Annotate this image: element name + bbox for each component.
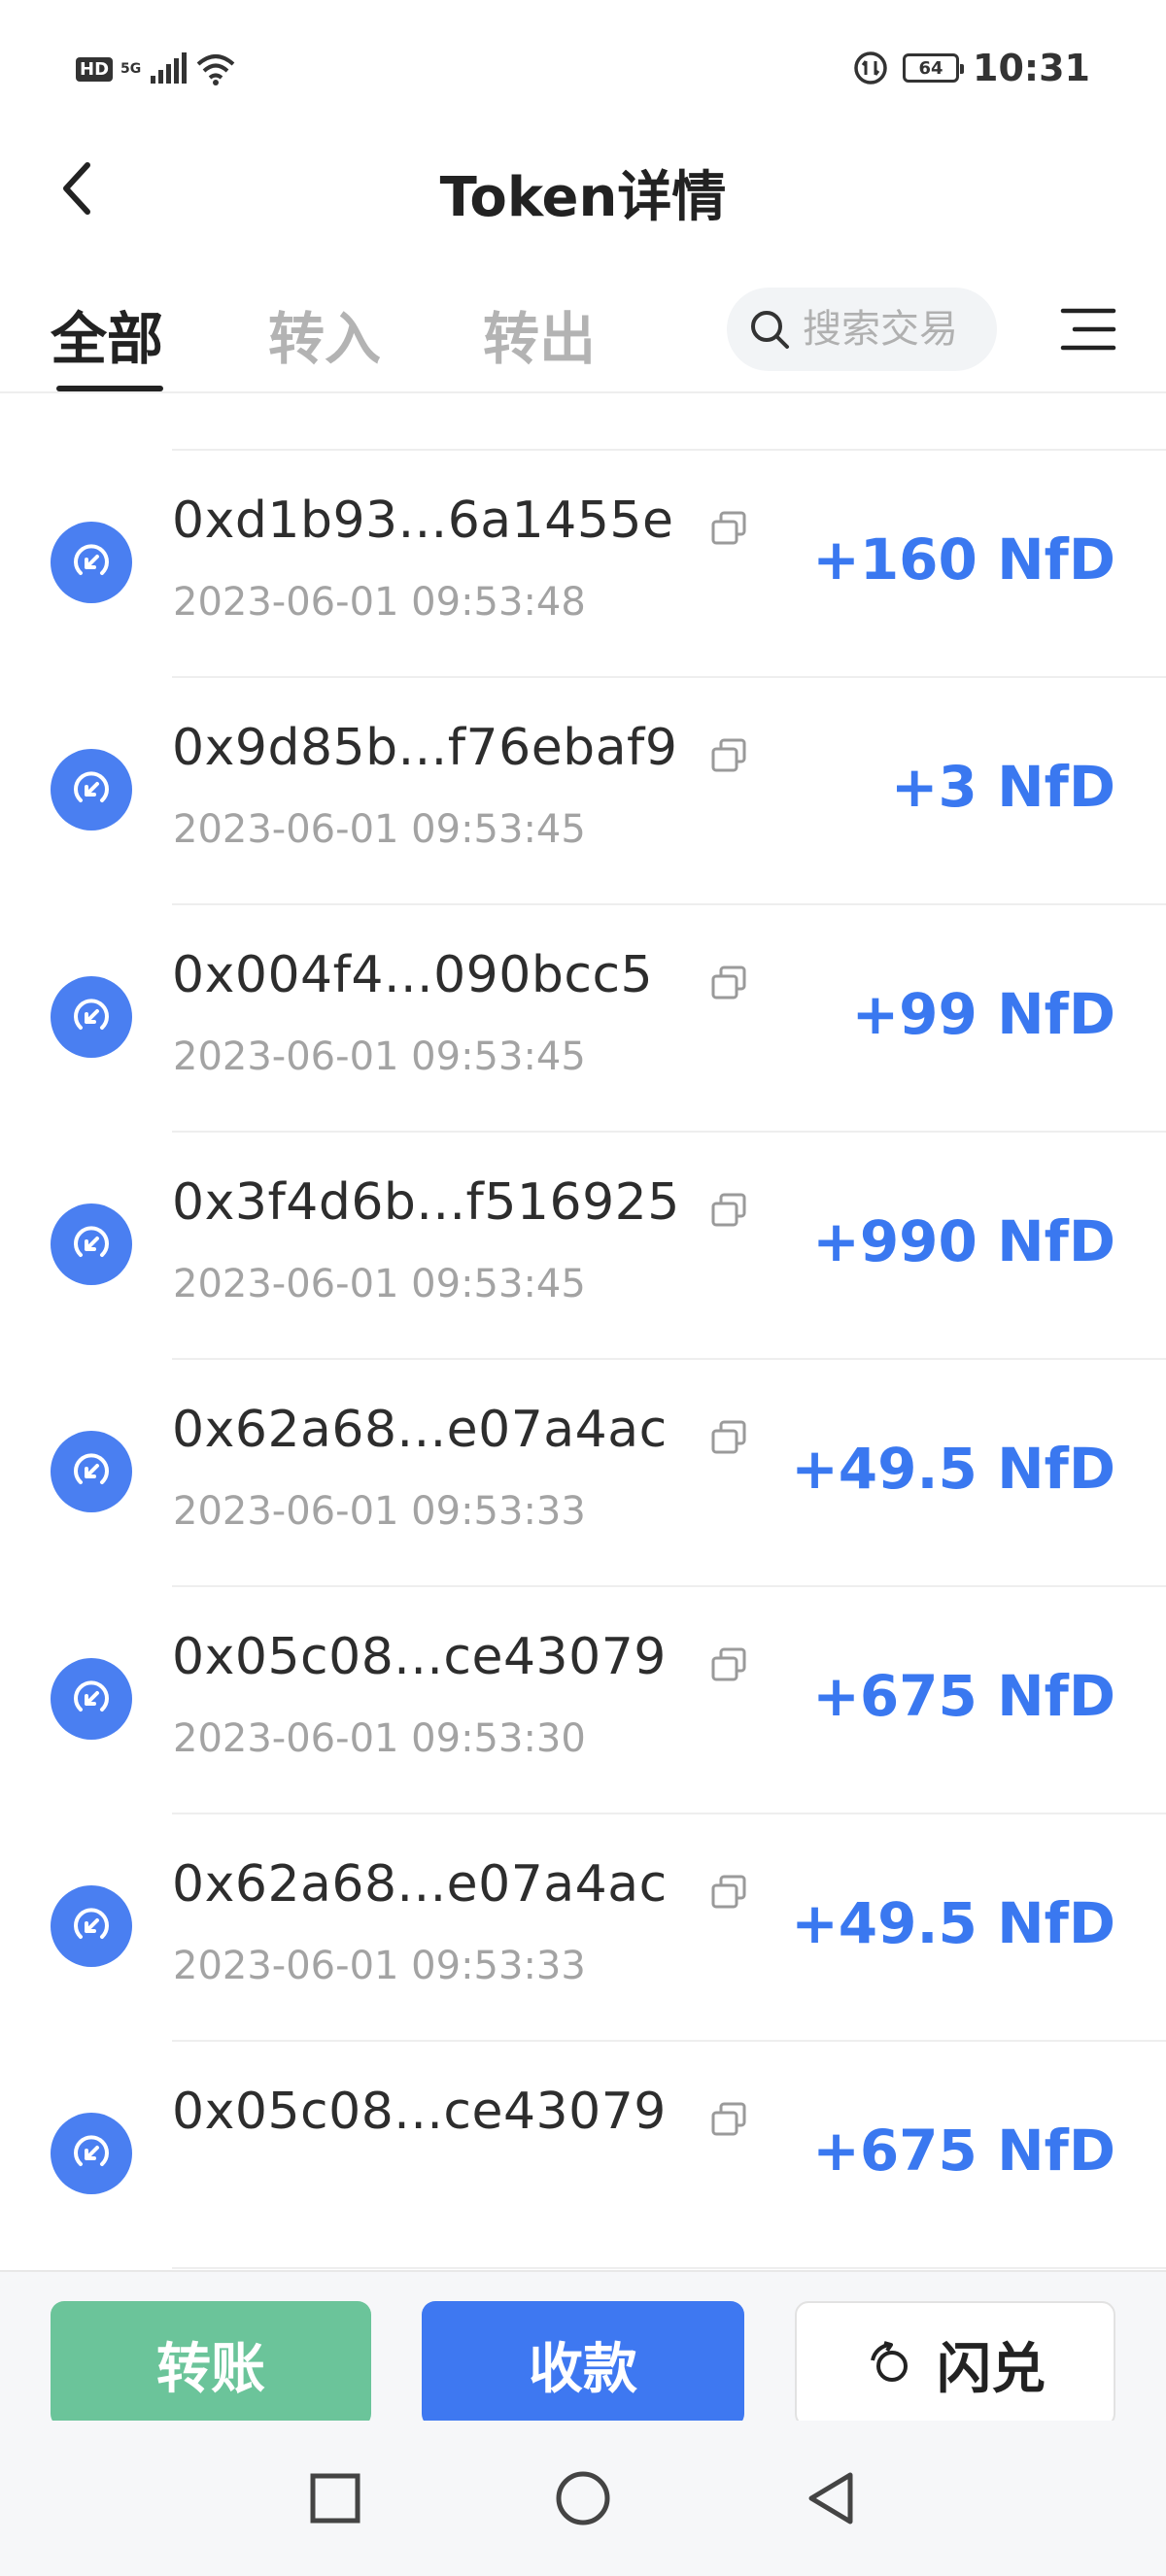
transaction-hash: 0x05c08...ce43079 (172, 2083, 667, 2141)
filter-menu-icon[interactable] (1059, 305, 1117, 354)
back-nav-button[interactable] (792, 2459, 870, 2537)
receive-arrow-icon (74, 1680, 109, 1712)
tab-indicator (56, 386, 163, 391)
copy-icon[interactable] (709, 2100, 748, 2139)
transaction-type-icon (51, 976, 132, 1058)
transaction-amount: +160 NfD (812, 526, 1115, 593)
swap-label: 闪兑 (937, 2337, 1046, 2401)
tab-outgoing[interactable]: 转出 (483, 293, 596, 375)
transaction-type-icon (51, 1885, 132, 1967)
swap-button[interactable]: 闪兑 (795, 2301, 1115, 2427)
copy-icon[interactable] (709, 509, 748, 548)
network-type: 5G (120, 61, 142, 77)
transaction-hash: 0x3f4d6b...f516925 (172, 1173, 680, 1232)
page-title: Token详情 (439, 166, 727, 229)
page: HD 5G 64 10:31 Token详情 全部 转入 转出 搜索交易 0xd… (0, 0, 1166, 2576)
copy-icon[interactable] (709, 1191, 748, 1230)
search-input[interactable] (803, 307, 997, 352)
receive-arrow-icon (74, 771, 109, 802)
transaction-time: 2023-06-01 09:53:48 (173, 393, 586, 397)
transaction-amount: +49.5 NfD (791, 1436, 1115, 1502)
transaction-time: 2023-06-01 09:53:48 (173, 580, 586, 625)
transaction-hash: 0x62a68...e07a4ac (172, 1401, 668, 1459)
copy-icon[interactable] (709, 1418, 748, 1457)
transaction-hash: 0x9d85b...f76ebaf9 (172, 719, 678, 777)
transaction-row[interactable]: 0x9d85b...f76ebaf9 2023-06-01 09:53:45 +3 … (0, 678, 1166, 905)
receive-arrow-icon (74, 1453, 109, 1484)
transaction-amount: +49.5 NfD (791, 1890, 1115, 1956)
receive-button[interactable]: 收款 (422, 2301, 744, 2427)
transaction-row[interactable]: 0x05c08...ce43079 +675 NfD (0, 2042, 1166, 2269)
transaction-row[interactable]: 0x3f4d6b...f516925 2023-06-01 09:53:45 +99… (0, 1133, 1166, 1360)
triangle-back-icon (808, 2472, 853, 2525)
receive-arrow-icon (74, 999, 109, 1030)
battery-level: 64 (918, 57, 943, 79)
transaction-amount: +675 NfD (812, 1663, 1115, 1729)
receive-arrow-icon (74, 1908, 109, 1939)
transaction-row[interactable]: 0x62a68...e07a4ac 2023-06-01 09:53:33 +49.… (0, 1814, 1166, 2042)
search-icon (751, 311, 789, 349)
transaction-type-icon (51, 522, 132, 603)
transaction-hash: 0xd1b93...6a1455e (172, 491, 674, 550)
status-bar: HD 5G 64 10:31 (0, 0, 1166, 136)
transaction-time: 2023-06-01 09:53:45 (173, 807, 586, 852)
header: Token详情 (0, 136, 1166, 243)
search-box[interactable] (727, 288, 997, 371)
transaction-row[interactable]: 0x05c08...ce43079 2023-06-01 09:53:30 +675… (0, 1587, 1166, 1814)
transaction-time: 2023-06-01 09:53:30 (173, 1716, 586, 1761)
action-bar: 转账 收款 闪兑 (0, 2270, 1166, 2427)
transaction-row[interactable]: 0x004f4...090bcc5 2023-06-01 09:53:45 +99 … (0, 905, 1166, 1133)
recents-button[interactable] (296, 2459, 374, 2537)
transaction-hash: 0x62a68...e07a4ac (172, 1855, 668, 1914)
transfer-button[interactable]: 转账 (51, 2301, 371, 2427)
copy-icon[interactable] (709, 1873, 748, 1912)
transaction-time: 2023-06-01 09:53:45 (173, 1034, 586, 1079)
transaction-row[interactable]: 0x6a24c...3e0bbb82023-06-01 09:53:48+384… (0, 393, 1166, 451)
receive-arrow-icon (74, 2135, 109, 2166)
wifi-icon (196, 54, 235, 85)
receive-arrow-icon (74, 1226, 109, 1257)
transaction-hash: 0x05c08...ce43079 (172, 1628, 667, 1686)
swap-icon (871, 2341, 908, 2382)
transaction-type-icon (51, 1431, 132, 1512)
tab-bar: 全部 转入 转出 (0, 272, 1166, 393)
status-left: HD 5G (76, 52, 236, 85)
receive-arrow-icon (74, 544, 109, 575)
data-saver-icon (854, 51, 887, 85)
square-icon (310, 2473, 360, 2524)
status-right: 64 10:31 (852, 47, 1090, 89)
transaction-time: 2023-06-01 09:53:33 (173, 1944, 586, 1988)
transaction-type-icon (51, 749, 132, 830)
battery-icon: 64 (903, 53, 965, 83)
transaction-amount: +675 NfD (812, 2118, 1115, 2184)
row-divider (172, 2267, 1166, 2269)
transaction-amount: +99 NfD (851, 981, 1115, 1047)
transaction-list: 0x6a24c...3e0bbb82023-06-01 09:53:48+384… (0, 393, 1166, 2270)
transaction-type-icon (51, 1658, 132, 1740)
copy-icon[interactable] (709, 964, 748, 1002)
circle-icon (556, 2471, 610, 2525)
home-button[interactable] (544, 2459, 622, 2537)
copy-icon[interactable] (709, 1645, 748, 1684)
copy-icon[interactable] (709, 736, 748, 775)
transaction-time: 2023-06-01 09:53:33 (173, 1489, 586, 1534)
tab-incoming[interactable]: 转入 (268, 293, 381, 375)
transaction-hash: 0x004f4...090bcc5 (172, 946, 654, 1004)
transaction-time: 2023-06-01 09:53:45 (173, 1262, 586, 1306)
system-nav-bar (0, 2421, 1166, 2576)
transaction-type-icon (51, 1203, 132, 1285)
hd-badge: HD (76, 56, 114, 82)
clock: 10:31 (973, 47, 1090, 89)
transaction-row[interactable]: 0x62a68...e07a4ac 2023-06-01 09:53:33 +49.… (0, 1360, 1166, 1587)
signal-icon (151, 52, 188, 84)
tab-all[interactable]: 全部 (51, 293, 163, 375)
transaction-amount: +990 NfD (812, 1208, 1115, 1274)
transaction-type-icon (51, 2113, 132, 2194)
transaction-row[interactable]: 0xd1b93...6a1455e 2023-06-01 09:53:48 +160… (0, 451, 1166, 678)
transaction-amount: +3 NfD (890, 754, 1115, 820)
